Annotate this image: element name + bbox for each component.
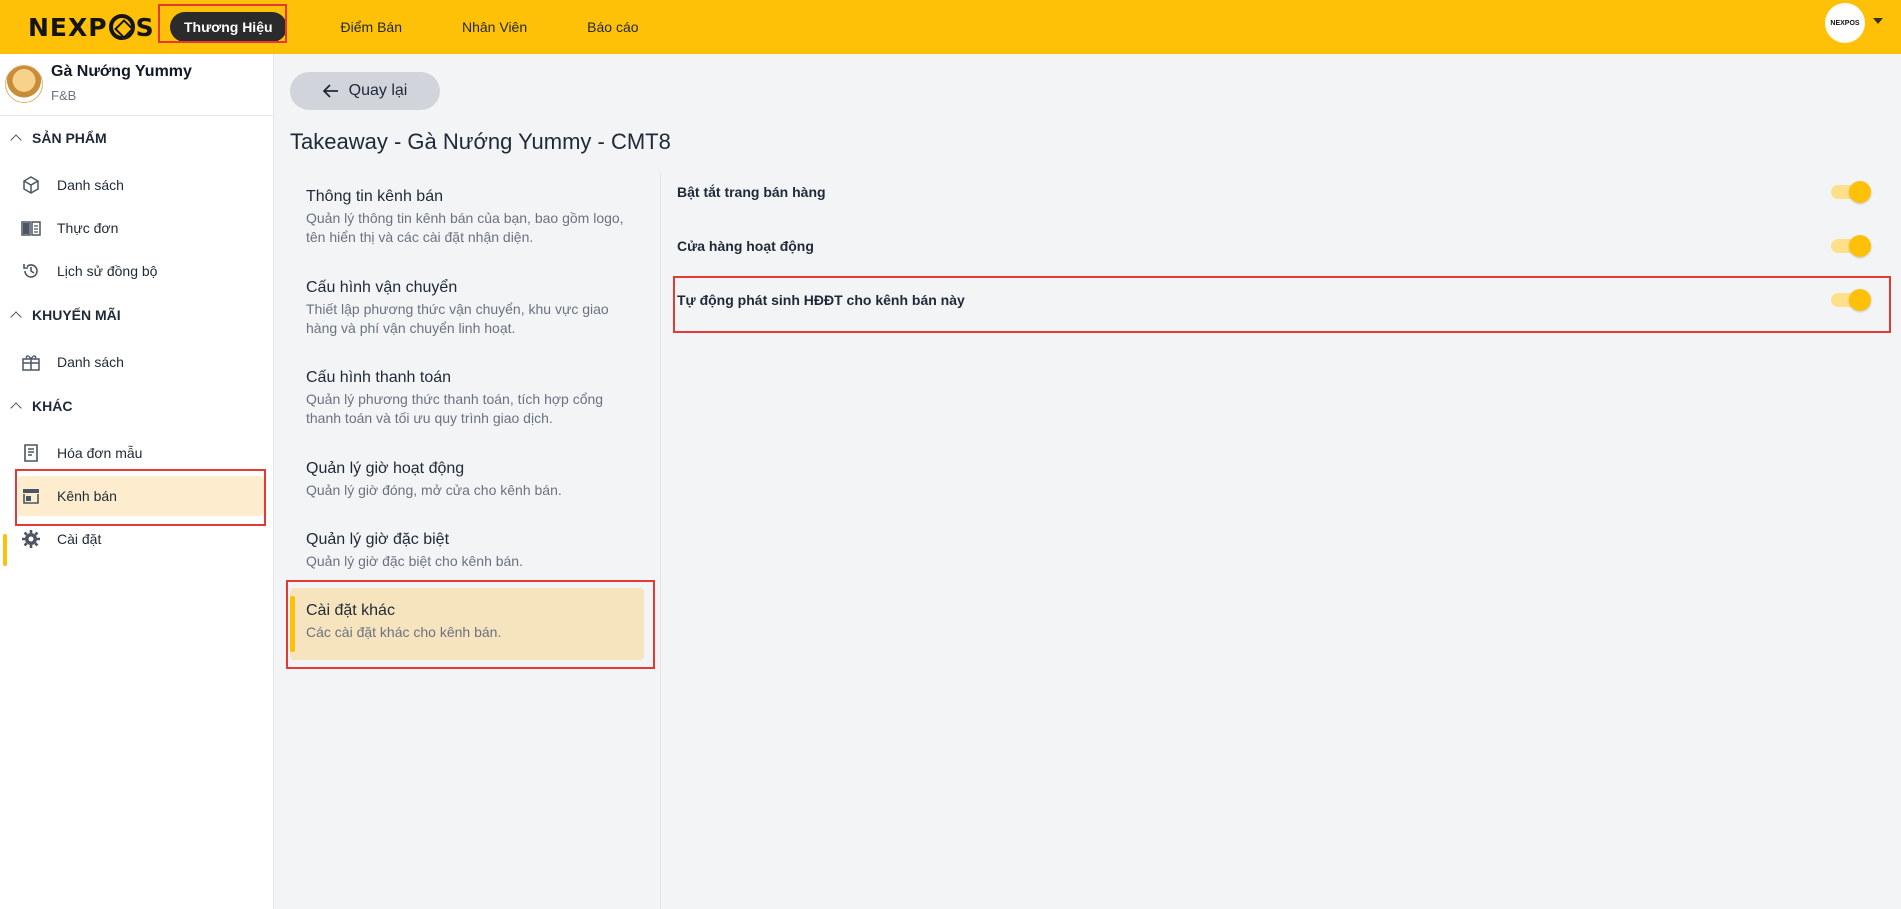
store-icon xyxy=(20,485,42,507)
section-khac[interactable]: KHÁC xyxy=(10,398,72,414)
toggle-bat-tat-trang-ban-hang[interactable] xyxy=(1831,181,1871,203)
menu-cai-dat-khac[interactable]: Cài đặt khác Các cài đặt khác cho kênh b… xyxy=(290,588,644,660)
nav-bao-cao[interactable]: Báo cáo xyxy=(567,12,658,42)
cube-icon xyxy=(20,174,42,196)
sidebar-item-danh-sach-san-pham[interactable]: Danh sách xyxy=(18,165,264,205)
back-label: Quay lại xyxy=(348,82,408,99)
brand-name: Gà Nướng Yummy xyxy=(51,63,192,80)
menu-desc: Các cài đặt khác cho kênh bán. xyxy=(306,624,502,640)
sidebar-item-label: Danh sách xyxy=(57,177,124,193)
sidebar-item-label: Kênh bán xyxy=(57,488,117,504)
menu-title: Quản lý giờ hoạt động xyxy=(306,460,465,477)
menu-thong-tin-kenh-ban[interactable]: Thông tin kênh bán Quản lý thông tin kên… xyxy=(290,188,644,247)
menu-title: Cấu hình thanh toán xyxy=(306,369,452,386)
chevron-up-icon xyxy=(10,311,22,323)
active-indicator xyxy=(3,534,7,566)
menu-desc: Quản lý giờ đóng, mở cửa cho kênh bán. xyxy=(306,482,562,498)
menu-title: Thông tin kênh bán xyxy=(306,188,443,205)
setting-row-tu-dong-phat-sinh-hddt: Tự động phát sinh HĐĐT cho kênh bán này xyxy=(677,280,1877,320)
nav-thuong-hieu[interactable]: Thương Hiệu xyxy=(170,12,287,42)
nav-diem-ban[interactable]: Điểm Bán xyxy=(321,12,422,42)
menu-title: Cấu hình vận chuyển xyxy=(306,279,458,296)
brand-header: Gà Nướng Yummy F&B xyxy=(0,54,273,116)
chevron-up-icon xyxy=(10,402,22,414)
menu-cau-hinh-thanh-toan[interactable]: Cấu hình thanh toán Quản lý phương thức … xyxy=(290,369,644,428)
setting-row-bat-tat-trang-ban-hang: Bật tắt trang bán hàng xyxy=(677,172,1877,212)
sidebar-item-danh-sach-khuyen-mai[interactable]: Danh sách xyxy=(18,342,264,382)
book-icon xyxy=(20,217,42,239)
gift-icon xyxy=(20,351,42,373)
setting-label: Cửa hàng hoạt động xyxy=(677,238,814,254)
toggle-knob xyxy=(1849,235,1871,257)
content-divider xyxy=(660,172,661,909)
section-san-pham[interactable]: SẢN PHẨM xyxy=(10,130,107,146)
sidebar-item-label: Danh sách xyxy=(57,354,124,370)
menu-desc: Thiết lập phương thức vận chuyển, khu vự… xyxy=(306,301,609,336)
sidebar-item-label: Cài đặt xyxy=(57,531,102,547)
toggle-tu-dong-phat-sinh-hddt[interactable] xyxy=(1831,289,1871,311)
menu-desc: Quản lý giờ đặc biệt cho kênh bán. xyxy=(306,553,523,569)
menu-title: Quản lý giờ đặc biệt xyxy=(306,531,450,548)
menu-title: Cài đặt khác xyxy=(306,602,395,619)
setting-label: Tự động phát sinh HĐĐT cho kênh bán này xyxy=(677,292,965,308)
toggle-knob xyxy=(1849,181,1871,203)
section-title: SẢN PHẨM xyxy=(32,130,107,146)
menu-quan-ly-gio-hoat-dong[interactable]: Quản lý giờ hoạt động Quản lý giờ đóng, … xyxy=(290,460,644,500)
chevron-up-icon xyxy=(10,134,22,146)
nexpos-logo[interactable]: NEXP S xyxy=(28,10,155,44)
sidebar-item-label: Thực đơn xyxy=(57,220,119,236)
menu-cau-hinh-van-chuyen[interactable]: Cấu hình vận chuyển Thiết lập phương thứ… xyxy=(290,279,644,338)
logo-o-icon xyxy=(108,14,135,40)
top-bar: NEXP S Thương Hiệu Điểm Bán Nhân Viên Báo… xyxy=(0,0,1901,54)
logo-text-left: NEXP xyxy=(28,12,108,42)
brand-type: F&B xyxy=(51,88,77,103)
setting-row-cua-hang-hoat-dong: Cửa hàng hoạt động xyxy=(677,226,1877,266)
sidebar-item-lich-su-dong-bo[interactable]: Lịch sử đồng bộ xyxy=(18,251,264,291)
back-button[interactable]: Quay lại xyxy=(290,72,440,110)
sidebar: Gà Nướng Yummy F&B SẢN PHẨM Danh sách Th… xyxy=(0,54,274,909)
gear-icon xyxy=(20,528,42,550)
arrow-left-icon xyxy=(322,84,339,98)
receipt-icon xyxy=(20,442,42,464)
menu-desc: Quản lý thông tin kênh bán của bạn, bao … xyxy=(306,210,624,245)
menu-desc: Quản lý phương thức thanh toán, tích hợp… xyxy=(306,391,604,426)
setting-label: Bật tắt trang bán hàng xyxy=(677,184,826,200)
sidebar-item-label: Hóa đơn mẫu xyxy=(57,445,143,461)
caret-down-icon[interactable] xyxy=(1873,18,1883,24)
brand-logo xyxy=(5,65,43,103)
logo-text-right: S xyxy=(135,12,155,42)
main-nav: Thương Hiệu Điểm Bán Nhân Viên Báo cáo xyxy=(158,0,679,54)
sidebar-item-hoa-don-mau[interactable]: Hóa đơn mẫu xyxy=(18,433,264,473)
sidebar-item-thuc-don[interactable]: Thực đơn xyxy=(18,208,264,248)
sidebar-item-label: Lịch sử đồng bộ xyxy=(57,263,158,279)
history-icon xyxy=(20,260,42,282)
sidebar-item-kenh-ban[interactable]: Kênh bán xyxy=(18,476,264,516)
section-title: KHÁC xyxy=(32,398,73,414)
sidebar-item-cai-dat[interactable]: Cài đặt xyxy=(18,519,264,559)
toggle-knob xyxy=(1849,289,1871,311)
nav-nhan-vien[interactable]: Nhân Viên xyxy=(442,12,547,42)
menu-quan-ly-gio-dac-biet[interactable]: Quản lý giờ đặc biệt Quản lý giờ đặc biệ… xyxy=(290,531,644,571)
toggle-cua-hang-hoat-dong[interactable] xyxy=(1831,235,1871,257)
section-khuyen-mai[interactable]: KHUYẾN MÃI xyxy=(10,307,121,323)
avatar[interactable]: NEXPOS xyxy=(1825,3,1865,43)
section-title: KHUYẾN MÃI xyxy=(32,307,121,323)
page-title: Takeaway - Gà Nướng Yummy - CMT8 xyxy=(290,129,671,154)
